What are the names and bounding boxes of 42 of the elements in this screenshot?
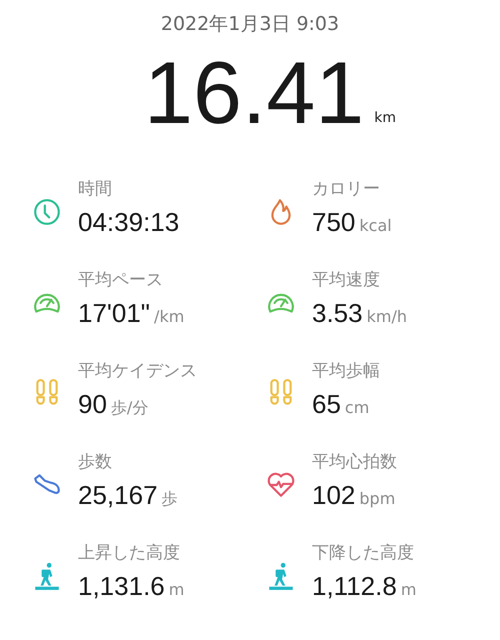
stat-label: 平均心拍数 bbox=[312, 450, 397, 474]
stat-label: 平均歩幅 bbox=[312, 360, 380, 382]
stat-unit: 歩 bbox=[162, 488, 178, 510]
footprints-icon bbox=[36, 379, 58, 405]
stat-label: 下降した高度 bbox=[312, 542, 415, 564]
stat-value: 102 bbox=[312, 480, 356, 510]
stat-unit: m bbox=[400, 578, 416, 600]
stat-unit: cm bbox=[344, 396, 370, 418]
workout-date: 2022年1月3日 9:03 bbox=[160, 12, 340, 37]
stat-label: 平均ペース bbox=[78, 268, 164, 292]
shoe-icon bbox=[34, 474, 60, 494]
hiker-icon bbox=[269, 562, 293, 590]
footprints-icon bbox=[270, 379, 292, 405]
stat-value: 17'01" bbox=[78, 298, 150, 328]
stat-value: 04:39:13 bbox=[78, 207, 180, 237]
stat-unit: m bbox=[168, 578, 184, 600]
stat-value: 750 bbox=[312, 206, 356, 236]
stat-value: 65 bbox=[312, 388, 341, 418]
stat-label: 歩数 bbox=[78, 450, 113, 474]
flame-icon bbox=[271, 199, 291, 225]
stat-unit: 歩/分 bbox=[110, 396, 148, 418]
stat-value: 3.53 bbox=[312, 298, 363, 328]
stat-label: 平均速度 bbox=[312, 268, 381, 292]
stat-label: 上昇した高度 bbox=[78, 542, 181, 564]
speedometer-icon bbox=[268, 294, 294, 313]
stat-unit: bpm bbox=[359, 488, 396, 510]
hiker-icon bbox=[35, 562, 59, 590]
stat-value: 1,131.6 bbox=[78, 570, 165, 600]
stat-label: カロリー bbox=[312, 178, 381, 200]
stat-unit: /km bbox=[154, 306, 184, 328]
stat-value: 90 bbox=[78, 388, 107, 418]
speedometer-icon bbox=[34, 294, 60, 313]
stat-unit: km/h bbox=[366, 306, 407, 328]
heartbeat-icon bbox=[268, 472, 294, 497]
stat-value: 25,167 bbox=[78, 480, 158, 510]
clock-icon bbox=[34, 199, 60, 225]
stat-value: 1,112.8 bbox=[312, 570, 397, 600]
stat-label: 平均ケイデンス bbox=[78, 360, 197, 382]
stat-label: 時間 bbox=[78, 178, 113, 201]
stat-unit: kcal bbox=[359, 214, 392, 236]
distance-unit: km bbox=[374, 108, 396, 128]
distance-value: 16.41 bbox=[144, 44, 364, 140]
